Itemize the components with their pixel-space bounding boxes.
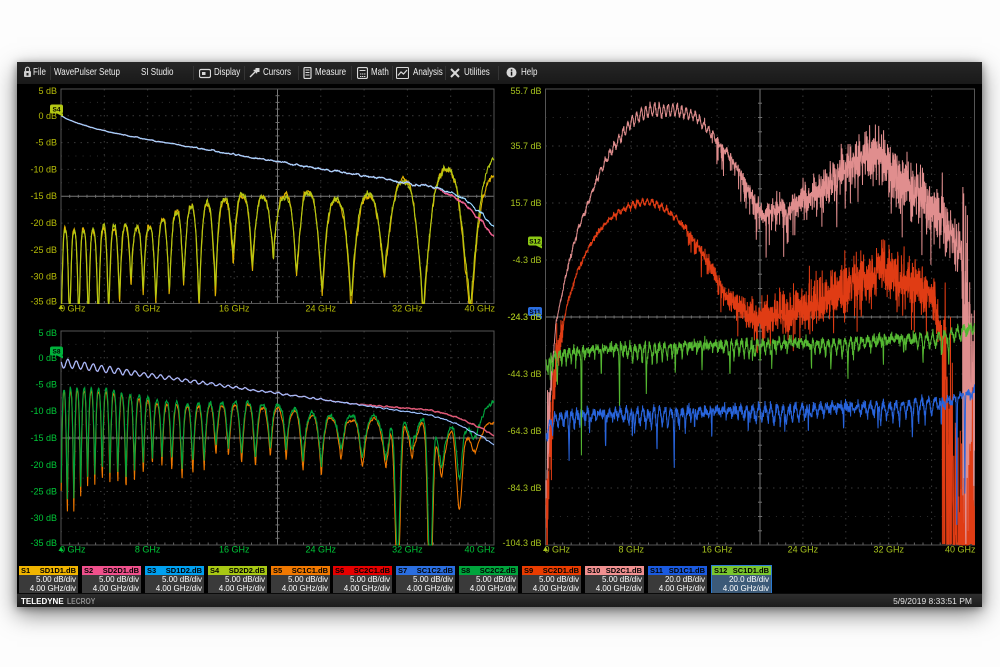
svg-text:-44.3 dB: -44.3 dB: [507, 369, 541, 379]
svg-text:15.7 dB: 15.7 dB: [510, 198, 541, 208]
svg-text:S12: S12: [529, 239, 541, 246]
svg-text:-15 dB: -15 dB: [30, 433, 57, 443]
svg-text:-5 dB: -5 dB: [35, 138, 57, 148]
svg-text:-15 dB: -15 dB: [30, 191, 57, 201]
svg-text:5 dB: 5 dB: [38, 328, 57, 338]
svg-text:5 dB: 5 dB: [38, 86, 57, 96]
svg-text:-104.3 dB: -104.3 dB: [502, 538, 541, 548]
svg-text:35.7 dB: 35.7 dB: [510, 141, 541, 151]
svg-text:24 GHz: 24 GHz: [306, 545, 337, 555]
svg-text:-25 dB: -25 dB: [30, 487, 57, 497]
svg-text:-25 dB: -25 dB: [30, 245, 57, 255]
svg-text:40 GHz: 40 GHz: [464, 304, 495, 314]
svg-text:16 GHz: 16 GHz: [702, 545, 733, 555]
svg-text:16 GHz: 16 GHz: [219, 545, 250, 555]
svg-text:0 GHz: 0 GHz: [60, 545, 86, 555]
svg-text:32 GHz: 32 GHz: [392, 545, 423, 555]
svg-text:55.7 dB: 55.7 dB: [510, 86, 541, 96]
svg-text:-24.3 dB: -24.3 dB: [507, 312, 541, 322]
svg-text:8 GHz: 8 GHz: [135, 545, 161, 555]
svg-text:-5 dB: -5 dB: [35, 380, 57, 390]
svg-text:-10 dB: -10 dB: [30, 406, 57, 416]
svg-text:S4: S4: [53, 107, 61, 114]
svg-text:-35 dB: -35 dB: [30, 538, 57, 548]
svg-text:32 GHz: 32 GHz: [392, 304, 423, 314]
svg-text:-10 dB: -10 dB: [30, 164, 57, 174]
svg-text:-84.3 dB: -84.3 dB: [507, 483, 541, 493]
svg-text:-35 dB: -35 dB: [30, 297, 57, 307]
svg-text:24 GHz: 24 GHz: [788, 545, 819, 555]
svg-text:24 GHz: 24 GHz: [306, 304, 337, 314]
svg-text:-20 dB: -20 dB: [30, 218, 57, 228]
svg-text:-30 dB: -30 dB: [30, 272, 57, 282]
svg-text:-64.3 dB: -64.3 dB: [507, 426, 541, 436]
svg-text:0 GHz: 0 GHz: [60, 304, 86, 314]
svg-text:40 GHz: 40 GHz: [945, 545, 976, 555]
svg-text:8 GHz: 8 GHz: [619, 545, 645, 555]
svg-text:-20 dB: -20 dB: [30, 460, 57, 470]
svg-text:-4.3 dB: -4.3 dB: [512, 255, 541, 265]
svg-text:8 GHz: 8 GHz: [135, 304, 161, 314]
svg-text:32 GHz: 32 GHz: [873, 545, 904, 555]
svg-text:-30 dB: -30 dB: [30, 513, 57, 523]
svg-text:0 GHz: 0 GHz: [545, 545, 571, 555]
svg-text:16 GHz: 16 GHz: [219, 304, 250, 314]
svg-text:S8: S8: [53, 349, 61, 356]
svg-text:40 GHz: 40 GHz: [464, 545, 495, 555]
